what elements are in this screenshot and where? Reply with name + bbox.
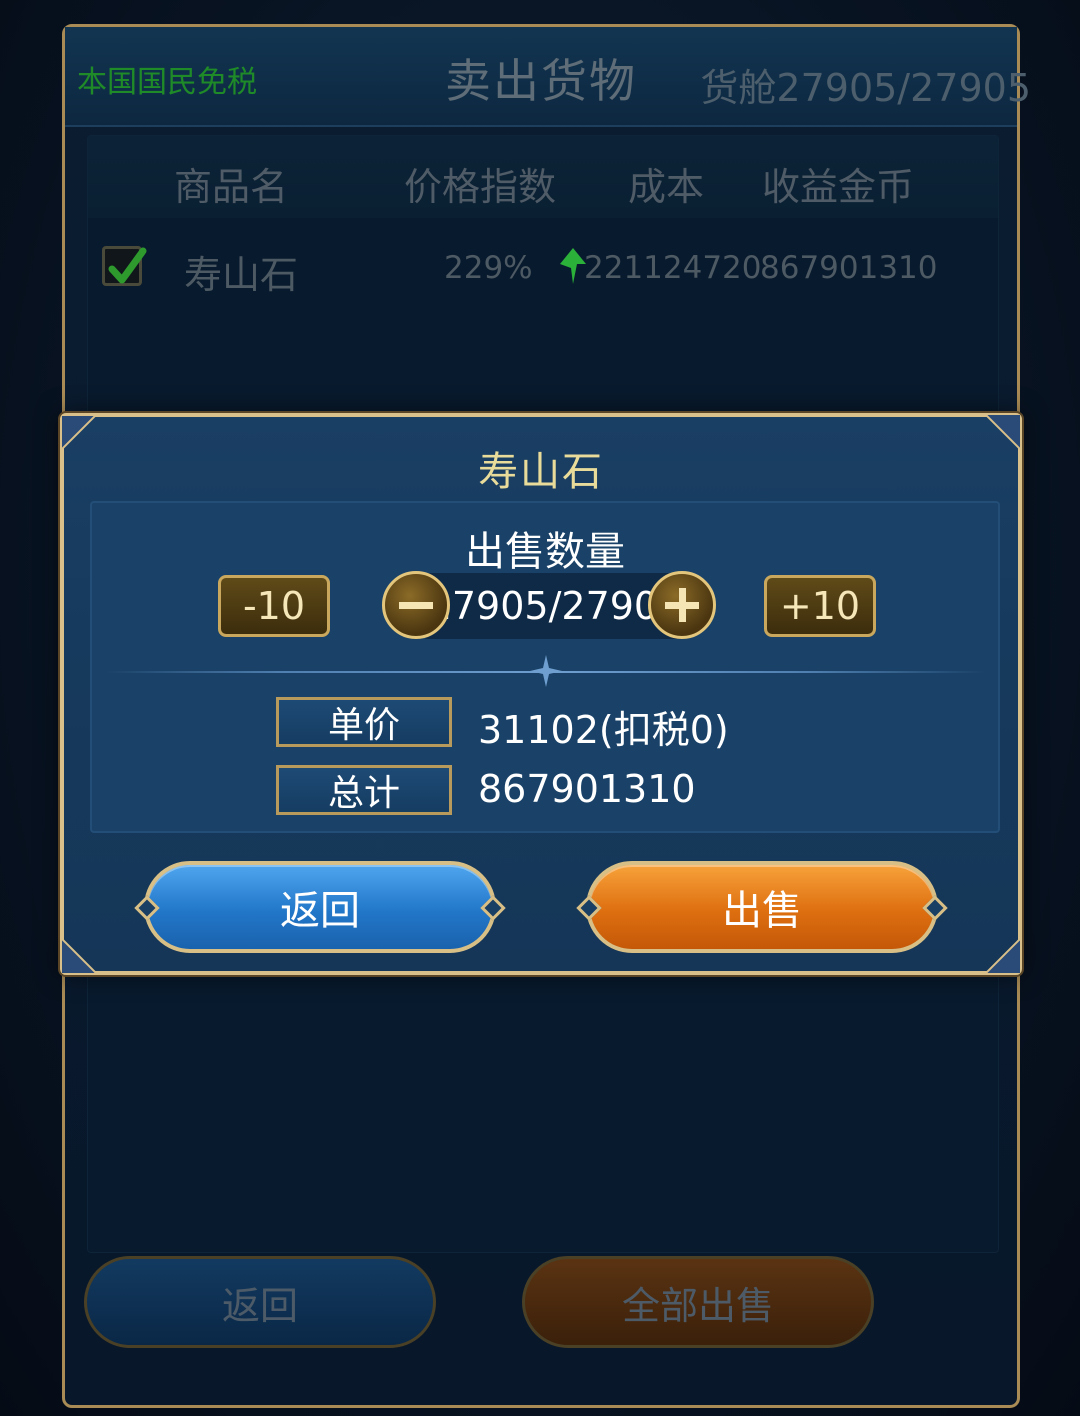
sell-quantity-dialog: 寿山石 出售数量 -10 27905/27905 +10 单价 31102(扣税… <box>60 413 1022 975</box>
unit-price-label: 单价 <box>276 697 452 747</box>
back-button[interactable]: 返回 <box>134 861 506 953</box>
button-ornament-icon <box>922 895 948 921</box>
header-revenue: 收益金币 <box>762 165 915 209</box>
goods-name: 寿山石 <box>184 253 299 297</box>
header-price-index: 价格指数 <box>404 165 557 209</box>
sell-button-label: 出售 <box>722 888 802 934</box>
button-ornament-icon <box>480 895 506 921</box>
decrement-button[interactable] <box>382 571 450 639</box>
minus-10-button[interactable]: -10 <box>218 575 330 637</box>
table-header: 商品名 价格指数 成本 收益金币 <box>88 136 998 218</box>
sell-button[interactable]: 出售 <box>576 861 948 953</box>
goods-cost: 221124720 <box>584 250 762 286</box>
cargo-capacity: 货舱27905/27905 <box>700 66 1031 110</box>
button-ornament-icon <box>134 895 160 921</box>
corner-ornament-icon <box>986 939 1020 973</box>
quantity-label: 出售数量 <box>465 529 625 575</box>
sell-all-button: 全部出售 <box>522 1256 874 1348</box>
increment-button[interactable] <box>648 571 716 639</box>
unit-price-value: 31102(扣税0) <box>478 708 729 752</box>
plus-10-button[interactable]: +10 <box>764 575 876 637</box>
goods-price-index: 229% <box>444 250 533 286</box>
header-name: 商品名 <box>174 165 289 209</box>
row-checkbox[interactable] <box>102 246 147 286</box>
divider-ornament-icon <box>530 655 562 687</box>
table-row[interactable]: 寿山石 229% 221124720 867901310 <box>88 232 998 316</box>
goods-revenue: 867901310 <box>760 250 938 286</box>
background-back-button: 返回 <box>84 1256 436 1348</box>
game-screen: 本国国民免税 卖出货物 货舱27905/27905 商品名 价格指数 成本 收益… <box>0 0 1080 1416</box>
button-ornament-icon <box>576 895 602 921</box>
total-label: 总计 <box>276 765 452 815</box>
minus-icon <box>399 602 433 609</box>
panel-header: 本国国民免税 卖出货物 货舱27905/27905 <box>65 27 1031 127</box>
corner-ornament-icon <box>62 939 96 973</box>
plus-icon-vertical <box>679 588 686 622</box>
back-button-label: 返回 <box>280 888 360 934</box>
checkmark-icon <box>108 247 147 284</box>
total-value: 867901310 <box>478 767 696 811</box>
header-cost: 成本 <box>628 165 705 209</box>
quantity-section: 出售数量 -10 27905/27905 +10 单价 31102(扣税0) 总… <box>90 501 1000 833</box>
dialog-title: 寿山石 <box>478 449 604 495</box>
